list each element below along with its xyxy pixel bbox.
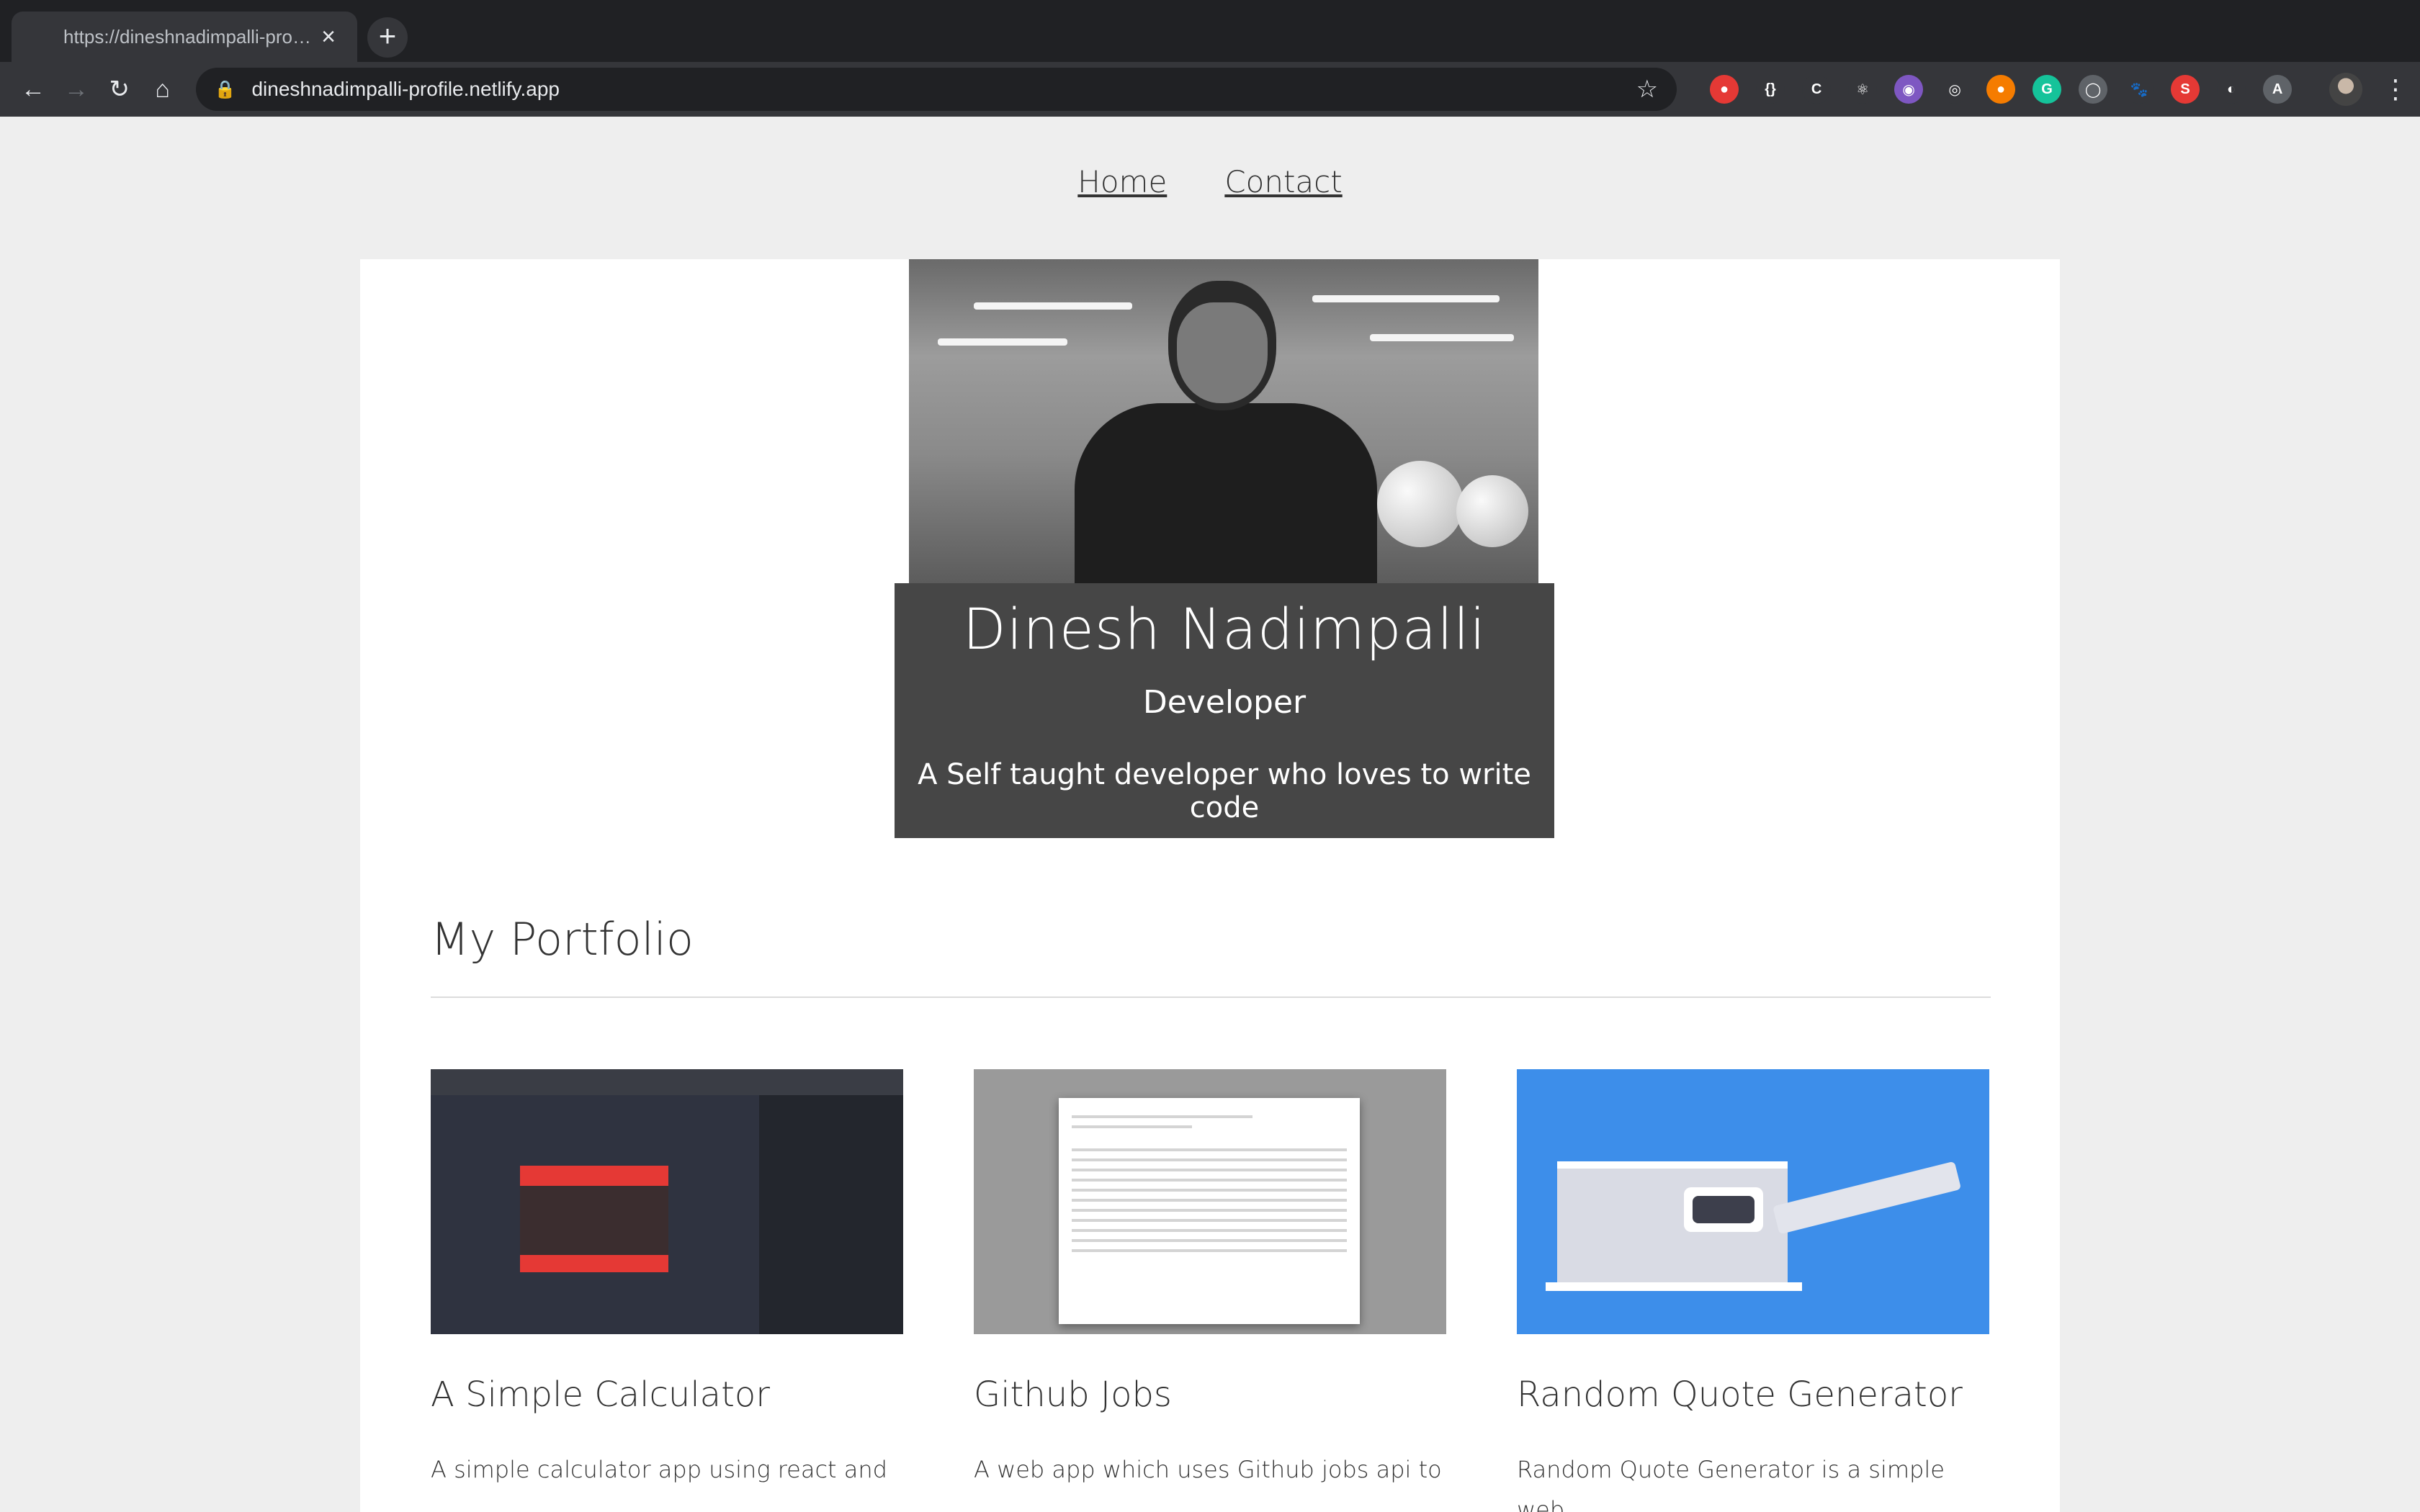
project-card-github-jobs[interactable]: Github Jobs A web app which uses Github … [974, 1069, 1446, 1490]
person-face [1177, 302, 1268, 403]
honey-icon[interactable]: ● [1986, 75, 2016, 104]
site-nav: Home Contact [0, 117, 2420, 259]
profile-name: Dinesh Nadimpalli [962, 598, 1487, 662]
profile-role: Developer [1142, 684, 1307, 721]
extensions-bar: ● {} C ⚛ ◉ ◎ ● G ◯ 🐾 S ◐ A [1701, 75, 2300, 104]
ceiling-light [1312, 295, 1500, 302]
thumb-text-line [1072, 1229, 1347, 1232]
project-description: Random Quote Generator is a simple web [1517, 1456, 1945, 1512]
browser-chrome: https://dineshnadimpalli-profile.netlify… [0, 0, 2420, 117]
balloon [1456, 475, 1528, 547]
thumb-browser-bar [431, 1069, 903, 1095]
project-title[interactable]: Random Quote Generator [1517, 1374, 1989, 1415]
profile-tagline: A Self taught developer who loves to wri… [918, 758, 1531, 824]
home-button[interactable]: ⌂ [141, 68, 184, 111]
project-title[interactable]: A Simple Calculator [431, 1374, 903, 1415]
thumb-devtools-panel [759, 1095, 903, 1334]
tab-strip: https://dineshnadimpalli-profile.netlify… [0, 0, 2420, 62]
ceiling-light [938, 338, 1067, 346]
browser-menu-icon[interactable]: ⋮ [2383, 74, 2408, 104]
url-text[interactable]: dineshnadimpalli-profile.netlify.app [251, 78, 1636, 101]
address-bar[interactable]: 🔒 dineshnadimpalli-profile.netlify.app ☆ [195, 68, 1677, 111]
balloon [1377, 461, 1464, 547]
thumb-text-line [1072, 1169, 1347, 1171]
react-devtools-icon[interactable]: ⚛ [1848, 75, 1878, 104]
reader-extension-icon[interactable]: A [2263, 75, 2293, 104]
thumb-machine-screen-inner [1693, 1196, 1754, 1223]
nav-home-link[interactable]: Home [1077, 164, 1167, 199]
bookmark-star-icon[interactable]: ☆ [1636, 75, 1658, 104]
ceiling-light [1370, 334, 1514, 341]
grey-circle-icon[interactable]: ◯ [2079, 75, 2108, 104]
thumb-text-line [1072, 1199, 1347, 1202]
thumb-text-line [1072, 1219, 1347, 1222]
paw-icon[interactable]: 🐾 [2125, 75, 2154, 104]
grammarly-icon[interactable]: G [2033, 75, 2062, 104]
browser-toolbar: ← → ↻ ⌂ 🔒 dineshnadimpalli-profile.netli… [0, 62, 2420, 117]
back-button[interactable]: ← [12, 68, 55, 111]
project-card-calculator[interactable]: A Simple Calculator A simple calculator … [431, 1069, 903, 1490]
content-card: Dinesh Nadimpalli Developer A Self taugh… [360, 259, 2060, 1512]
thumb-text-line [1072, 1158, 1347, 1161]
random-quote-thumbnail[interactable] [1517, 1069, 1989, 1334]
thumb-calc-equals [520, 1255, 668, 1272]
adblock-icon[interactable]: ● [1710, 75, 1739, 104]
thumb-text-line [1072, 1125, 1193, 1128]
thumb-calculator-ui [520, 1166, 668, 1272]
json-icon[interactable]: {} [1756, 75, 1785, 104]
person-body [1075, 403, 1377, 583]
new-tab-button[interactable]: + [367, 17, 408, 58]
nav-contact-link[interactable]: Contact [1224, 164, 1342, 199]
thumb-job-modal [1059, 1098, 1360, 1324]
project-description: A simple calculator app using react and [431, 1456, 887, 1483]
thumb-text-line [1072, 1209, 1347, 1212]
reload-button[interactable]: ↻ [98, 68, 141, 111]
portfolio-heading: My Portfolio [431, 913, 694, 966]
thumb-text-line [1072, 1148, 1347, 1151]
thumb-text-line [1072, 1239, 1347, 1242]
purple-extension-icon[interactable]: ◉ [1894, 75, 1924, 104]
tab-title: https://dineshnadimpalli-profile.netlify… [63, 25, 314, 48]
css-peeper-icon[interactable]: C [1802, 75, 1832, 104]
profile-photo [909, 259, 1538, 583]
calculator-thumbnail[interactable] [431, 1069, 903, 1334]
thumb-text-line [1072, 1189, 1347, 1192]
thumb-machine-base [1546, 1282, 1802, 1291]
thumb-text-line [1072, 1115, 1252, 1118]
project-description: A web app which uses Github jobs api to [974, 1456, 1442, 1483]
ceiling-light [974, 302, 1132, 310]
github-jobs-thumbnail[interactable] [974, 1069, 1446, 1334]
forward-button[interactable]: → [55, 68, 98, 111]
toggle-extension-icon[interactable]: ◐ [2217, 75, 2246, 104]
name-overlay: Dinesh Nadimpalli Developer A Self taugh… [895, 583, 1554, 838]
profile-avatar[interactable] [2329, 73, 2362, 106]
project-card-random-quote[interactable]: Random Quote Generator Random Quote Gene… [1517, 1069, 1989, 1512]
thumb-calc-display [520, 1166, 668, 1186]
browser-tab[interactable]: https://dineshnadimpalli-profile.netlify… [12, 12, 357, 62]
thumb-machine-pipe [1773, 1161, 1962, 1235]
lock-icon[interactable]: 🔒 [215, 79, 236, 100]
close-tab-icon[interactable]: × [314, 23, 343, 51]
page-viewport: Home Contact Dinesh Nadimpalli Developer… [0, 117, 2420, 1512]
target-icon[interactable]: ◎ [1940, 75, 1970, 104]
s-extension-icon[interactable]: S [2171, 75, 2200, 104]
hero-section: Dinesh Nadimpalli Developer A Self taugh… [895, 259, 1554, 838]
thumb-text-line [1072, 1249, 1347, 1252]
project-title[interactable]: Github Jobs [974, 1374, 1446, 1415]
thumb-text-line [1072, 1179, 1347, 1182]
section-divider [431, 996, 1991, 998]
